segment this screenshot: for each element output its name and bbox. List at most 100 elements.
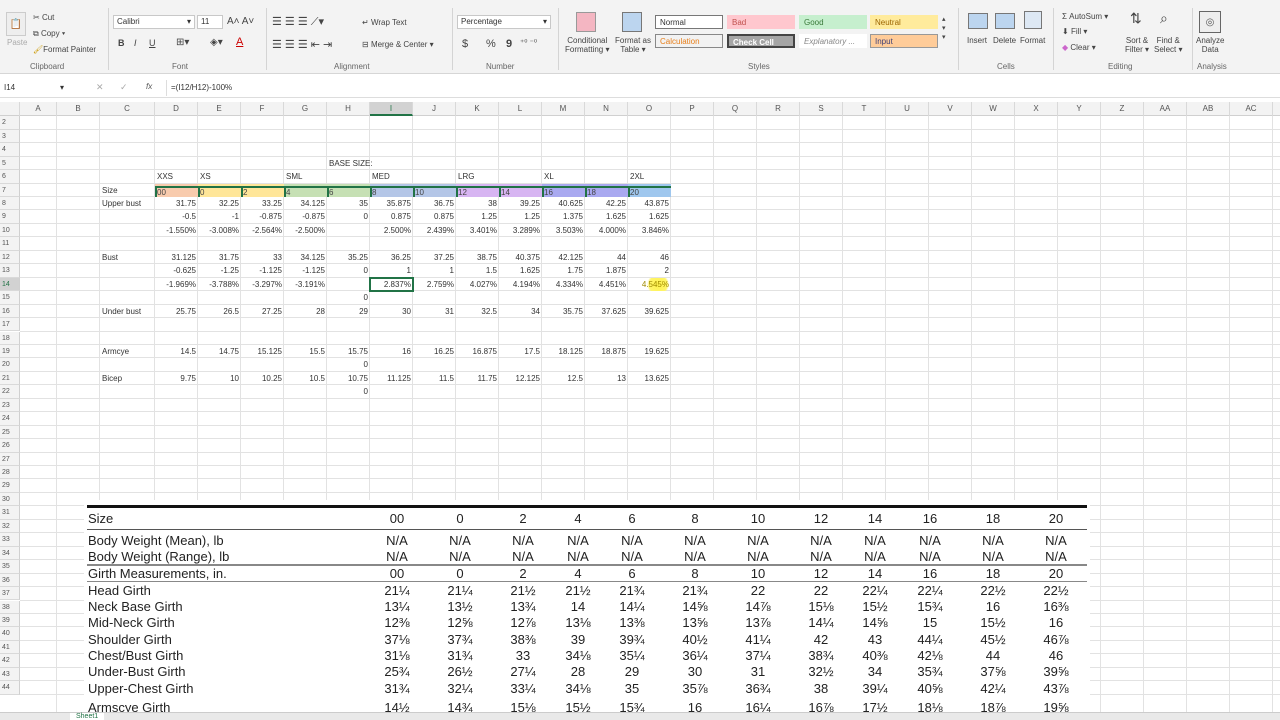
cell-H8[interactable]: 35 — [327, 197, 370, 210]
cell-O21[interactable]: 13.625 — [628, 372, 671, 385]
paste-icon[interactable]: 📋 — [6, 12, 26, 36]
enter-icon[interactable]: ✓ — [120, 82, 128, 93]
row-header-40[interactable]: 40 — [0, 627, 20, 641]
cell-L13[interactable]: 1.625 — [499, 264, 542, 277]
row-header-43[interactable]: 43 — [0, 667, 20, 682]
cell-E14[interactable]: -3.788% — [198, 278, 241, 291]
cell-I7[interactable]: 8 — [370, 183, 413, 197]
format-as-table-button[interactable]: Format as Table ▾ — [615, 36, 651, 54]
column-header-K[interactable]: K — [456, 102, 499, 116]
row-header-33[interactable]: 33 — [0, 533, 20, 547]
cell-E13[interactable]: -1.25 — [198, 264, 241, 277]
style-check-cell[interactable]: Check Cell — [727, 34, 795, 48]
row-header-24[interactable]: 24 — [0, 412, 20, 426]
cell-I10[interactable]: 2.500% — [370, 224, 413, 237]
column-header-AA[interactable]: AA — [1144, 102, 1187, 116]
cell-H7[interactable]: 6 — [327, 183, 370, 197]
column-header-M[interactable]: M — [542, 102, 585, 116]
align-top-icons[interactable]: ☰ ☰ ☰ ⟋▾ — [272, 15, 324, 29]
cell-H13[interactable]: 0 — [327, 264, 370, 277]
column-header-O[interactable]: O — [628, 102, 671, 116]
style-explanatory[interactable]: Explanatory ... — [799, 34, 867, 48]
column-header-N[interactable]: N — [585, 102, 628, 116]
font-name-select[interactable]: Calibri ▾ — [113, 15, 195, 29]
decimal-icons[interactable]: ⁺⁰ ⁻⁰ — [520, 38, 537, 47]
row-header-30[interactable]: 30 — [0, 492, 20, 507]
row-header-29[interactable]: 29 — [0, 479, 20, 493]
cell-H22[interactable]: 0 — [327, 385, 370, 398]
cell-J21[interactable]: 11.5 — [413, 372, 456, 385]
cell-D14[interactable]: -1.969% — [155, 278, 198, 291]
cell-M21[interactable]: 12.5 — [542, 372, 585, 385]
sort-filter-button[interactable]: Sort & Filter ▾ — [1125, 36, 1149, 54]
cell-O6[interactable]: 2XL — [628, 170, 646, 183]
column-header-G[interactable]: G — [284, 102, 327, 116]
number-format-select[interactable]: Percentage ▾ — [457, 15, 551, 29]
cell-N8[interactable]: 42.25 — [585, 197, 628, 210]
cell-O8[interactable]: 43.875 — [628, 197, 671, 210]
delete-cells-icon[interactable] — [995, 13, 1015, 29]
cell-D7[interactable]: 00 — [155, 183, 198, 197]
cell-O14[interactable]: 4.545% — [628, 277, 671, 292]
cell-K8[interactable]: 38 — [456, 197, 499, 210]
style-input[interactable]: Input — [870, 34, 938, 48]
column-header-L[interactable]: L — [499, 102, 542, 116]
cell-C16[interactable]: Under bust — [100, 305, 143, 318]
cell-G8[interactable]: 34.125 — [284, 197, 327, 210]
column-header-AC[interactable]: AC — [1230, 102, 1273, 116]
column-header-E[interactable]: E — [198, 102, 241, 116]
row-header-34[interactable]: 34 — [0, 546, 20, 561]
cell-C8[interactable]: Upper bust — [100, 197, 143, 210]
column-header-U[interactable]: U — [886, 102, 929, 116]
cell-K7[interactable]: 12 — [456, 183, 499, 197]
row-header-7[interactable]: 7 — [0, 183, 20, 197]
autosum-button[interactable]: Σ AutoSum ▾ — [1062, 12, 1108, 21]
italic-button[interactable]: I — [134, 38, 137, 48]
selected-cell[interactable]: 2.837% — [369, 276, 414, 293]
insert-button[interactable]: Insert — [967, 36, 987, 45]
cell-L21[interactable]: 12.125 — [499, 372, 542, 385]
cell-H20[interactable]: 0 — [327, 358, 370, 371]
row-header-27[interactable]: 27 — [0, 452, 20, 466]
row-header-11[interactable]: 11 — [0, 237, 20, 251]
row-header-31[interactable]: 31 — [0, 506, 20, 520]
cell-G21[interactable]: 10.5 — [284, 372, 327, 385]
column-header-W[interactable]: W — [972, 102, 1015, 116]
cell-G7[interactable]: 4 — [284, 183, 327, 197]
cell-J12[interactable]: 37.25 — [413, 251, 456, 264]
row-header-5[interactable]: 5 — [0, 156, 20, 171]
cell-K14[interactable]: 4.027% — [456, 278, 499, 291]
column-header-AB[interactable]: AB — [1187, 102, 1230, 116]
cell-I6[interactable]: MED — [370, 170, 392, 183]
cell-D8[interactable]: 31.75 — [155, 197, 198, 210]
column-header-R[interactable]: R — [757, 102, 800, 116]
column-header-F[interactable]: F — [241, 102, 284, 116]
borders-icon[interactable]: ⊞▾ — [176, 37, 189, 48]
cell-I21[interactable]: 11.125 — [370, 372, 413, 385]
cell-M14[interactable]: 4.334% — [542, 278, 585, 291]
cell-J8[interactable]: 36.75 — [413, 197, 456, 210]
styles-scroll-icon[interactable]: ▴ ▾ ▾ — [942, 15, 946, 42]
cell-M13[interactable]: 1.75 — [542, 264, 585, 277]
format-cells-icon[interactable] — [1024, 11, 1042, 29]
style-calculation[interactable]: Calculation — [655, 34, 723, 48]
row-header-28[interactable]: 28 — [0, 466, 20, 480]
sheet-tab-sheet1[interactable]: Sheet1 — [70, 713, 105, 720]
style-bad[interactable]: Bad — [727, 15, 795, 29]
row-header-2[interactable]: 2 — [0, 116, 20, 130]
cell-H16[interactable]: 29 — [327, 305, 370, 318]
cell-E12[interactable]: 31.75 — [198, 251, 241, 264]
clear-button[interactable]: ◆ Clear ▾ — [1062, 43, 1096, 52]
cell-I16[interactable]: 30 — [370, 305, 413, 318]
row-header-37[interactable]: 37 — [0, 587, 20, 601]
cell-E19[interactable]: 14.75 — [198, 345, 241, 358]
format-as-table-icon[interactable] — [622, 12, 642, 32]
cell-G13[interactable]: -1.125 — [284, 264, 327, 277]
cell-I12[interactable]: 36.25 — [370, 251, 413, 264]
row-header-44[interactable]: 44 — [0, 681, 20, 695]
cell-K9[interactable]: 1.25 — [456, 210, 499, 223]
cell-C19[interactable]: Armcye — [100, 345, 131, 358]
align-horizontal-icons[interactable]: ☰ ☰ ☰ ⇤ ⇥ — [272, 38, 332, 51]
find-select-button[interactable]: Find & Select ▾ — [1154, 36, 1182, 54]
row-header-3[interactable]: 3 — [0, 129, 20, 144]
